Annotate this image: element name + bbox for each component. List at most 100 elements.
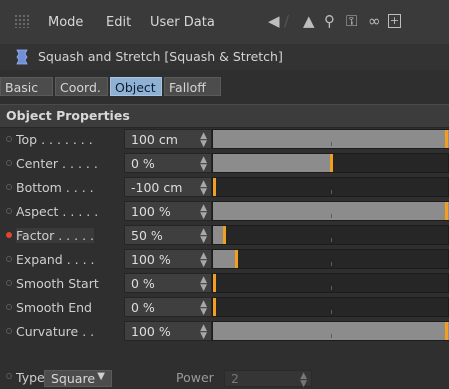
back-arrow-icon[interactable]: ◀ xyxy=(268,12,280,30)
slider-center-tick xyxy=(331,238,332,242)
keyframe-dot-icon[interactable] xyxy=(6,160,12,166)
property-value: 0 % xyxy=(131,300,155,315)
chevron-down-icon: ▼ xyxy=(97,371,105,382)
property-value: 100 cm xyxy=(131,132,178,147)
property-value-field[interactable]: 100 % ▲ ▼ xyxy=(124,201,212,221)
property-label: Bottom . . . . xyxy=(16,180,94,195)
property-slider[interactable] xyxy=(212,321,449,341)
menu-edit[interactable]: Edit xyxy=(106,15,131,30)
property-slider[interactable] xyxy=(212,273,449,293)
property-value-field[interactable]: 100 % ▲ ▼ xyxy=(124,249,212,269)
tab-falloff[interactable]: Falloff xyxy=(164,77,221,96)
power-field[interactable]: 2 ▲ ▼ xyxy=(224,370,312,389)
stepper-arrows-icon[interactable]: ▲ ▼ xyxy=(200,324,207,341)
stepper-arrows-icon[interactable]: ▲ ▼ xyxy=(200,228,207,245)
property-value: 100 % xyxy=(131,324,171,339)
property-row: Expand . . . . 100 % ▲ ▼ xyxy=(0,248,449,271)
property-slider[interactable] xyxy=(212,177,449,197)
slider-handle[interactable] xyxy=(445,202,448,220)
slider-handle[interactable] xyxy=(235,250,238,268)
property-row: Smooth End 0 % ▲ ▼ xyxy=(0,296,449,319)
stepper-arrows-icon[interactable]: ▲ ▼ xyxy=(200,132,207,149)
keyframe-dot-icon[interactable] xyxy=(6,184,12,190)
lock-icon[interactable]: ⚿ xyxy=(346,12,357,30)
slider-fill xyxy=(213,154,332,172)
squash-stretch-icon xyxy=(16,49,28,65)
object-title: Squash and Stretch [Squash & Stretch] xyxy=(38,49,283,64)
slider-handle[interactable] xyxy=(213,298,216,316)
property-slider[interactable] xyxy=(212,297,449,317)
grip-icon[interactable] xyxy=(14,14,30,28)
property-value-field[interactable]: 0 % ▲ ▼ xyxy=(124,153,212,173)
keyframe-dot-icon[interactable] xyxy=(6,256,12,262)
slider-center-tick xyxy=(331,262,332,266)
keyframe-dot-icon[interactable] xyxy=(6,373,12,379)
slider-handle[interactable] xyxy=(213,178,216,196)
new-panel-icon[interactable]: + xyxy=(388,14,401,28)
slider-center-tick xyxy=(331,310,332,314)
property-slider[interactable] xyxy=(212,249,449,269)
slider-center-tick xyxy=(331,214,332,218)
section-header: Object Properties xyxy=(0,104,449,128)
type-dropdown[interactable]: Square ▼ xyxy=(44,370,112,387)
slider-handle[interactable] xyxy=(445,322,448,340)
stepper-arrows-icon[interactable]: ▲ ▼ xyxy=(200,156,207,173)
property-value-field[interactable]: 100 % ▲ ▼ xyxy=(124,321,212,341)
property-label: Curvature . . xyxy=(16,324,95,339)
stepper-arrows-icon[interactable]: ▲ ▼ xyxy=(200,252,207,269)
slider-center-tick xyxy=(331,286,332,290)
stepper-arrows-icon[interactable]: ▲ ▼ xyxy=(200,204,207,221)
power-value: 2 xyxy=(231,371,239,386)
property-slider[interactable] xyxy=(212,201,449,221)
keyframe-dot-icon[interactable] xyxy=(6,232,12,238)
keyframe-dot-icon[interactable] xyxy=(6,136,12,142)
stepper-arrows-icon[interactable]: ▲ ▼ xyxy=(200,300,207,317)
tab-basic[interactable]: Basic xyxy=(0,77,53,96)
property-value: 0 % xyxy=(131,276,155,291)
property-row: Smooth Start 0 % ▲ ▼ xyxy=(0,272,449,295)
property-label: Center . . . . . xyxy=(16,156,98,171)
property-label: Smooth Start xyxy=(16,276,99,291)
cursor-pointer-icon[interactable]: ▲ xyxy=(303,12,315,30)
keyframe-dot-icon[interactable] xyxy=(6,328,12,334)
stepper-arrows-icon[interactable]: ▲ ▼ xyxy=(200,276,207,293)
property-slider[interactable] xyxy=(212,153,449,173)
property-value-field[interactable]: 50 % ▲ ▼ xyxy=(124,225,212,245)
keyframe-dot-icon[interactable] xyxy=(6,208,12,214)
property-value: 100 % xyxy=(131,252,171,267)
property-label: Smooth End xyxy=(16,300,92,315)
property-slider[interactable] xyxy=(212,129,449,149)
property-value-field[interactable]: 0 % ▲ ▼ xyxy=(124,273,212,293)
slider-center-tick xyxy=(331,190,332,194)
tab-object[interactable]: Object xyxy=(110,77,162,96)
slider-center-tick xyxy=(331,142,332,146)
property-row: Factor . . . . . 50 % ▲ ▼ xyxy=(0,224,449,247)
stepper-arrows-icon[interactable]: ▲ ▼ xyxy=(200,180,207,197)
property-value: 100 % xyxy=(131,204,171,219)
property-value-field[interactable]: 0 % ▲ ▼ xyxy=(124,297,212,317)
tab-bar: Basic Coord. Object Falloff xyxy=(0,75,449,99)
slider-handle[interactable] xyxy=(213,274,216,292)
type-label: Type xyxy=(16,370,45,385)
property-row: Aspect . . . . . 100 % ▲ ▼ xyxy=(0,200,449,223)
tab-coord[interactable]: Coord. xyxy=(55,77,108,96)
menu-user-data[interactable]: User Data xyxy=(150,15,215,30)
menu-mode[interactable]: Mode xyxy=(48,15,83,30)
property-value-field[interactable]: -100 cm ▲ ▼ xyxy=(124,177,212,197)
slider-handle[interactable] xyxy=(330,154,333,172)
property-label: Expand . . . . xyxy=(16,252,95,267)
property-slider[interactable] xyxy=(212,225,449,245)
keyframe-dot-icon[interactable] xyxy=(6,280,12,286)
chain-link-icon[interactable]: ∞ xyxy=(368,12,381,30)
menu-bar: Mode Edit User Data ◀ ∕ ▲ ⚲ ⚿ ∞ + xyxy=(0,0,449,45)
property-value-field[interactable]: 100 cm ▲ ▼ xyxy=(124,129,212,149)
slider-fill xyxy=(213,250,237,268)
property-label: Factor . . . . . xyxy=(16,228,94,243)
search-icon[interactable]: ⚲ xyxy=(324,12,335,30)
slider-handle[interactable] xyxy=(445,130,448,148)
property-value: 0 % xyxy=(131,156,155,171)
slider-handle[interactable] xyxy=(223,226,226,244)
property-value: -100 cm xyxy=(131,180,183,195)
property-row: Curvature . . 100 % ▲ ▼ xyxy=(0,320,449,343)
keyframe-dot-icon[interactable] xyxy=(6,304,12,310)
